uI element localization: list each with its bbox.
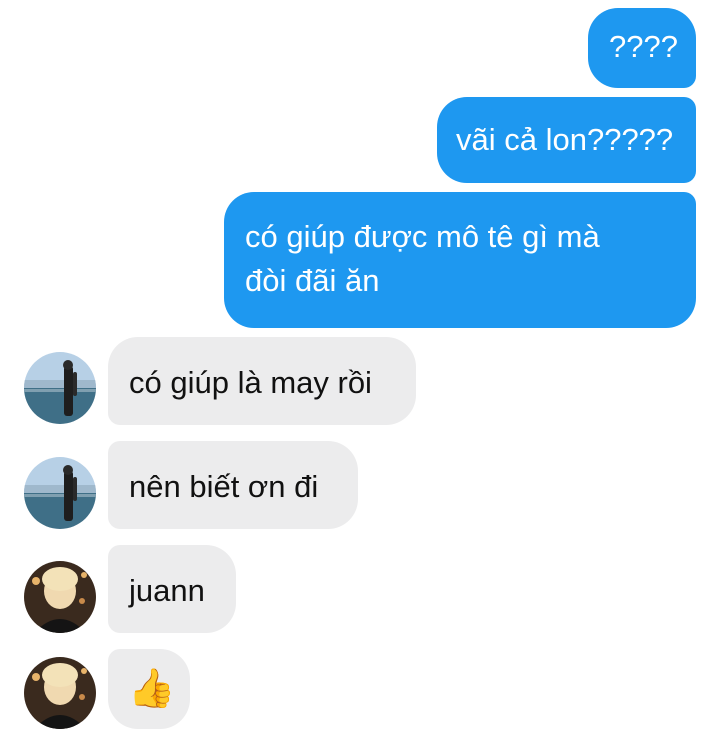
- thumbs-up-icon: 👍: [128, 668, 176, 710]
- outgoing-message[interactable]: vãi cả lon?????: [437, 97, 696, 183]
- message-text-line: đòi đãi ăn: [245, 263, 380, 298]
- lake-photo-image: [24, 352, 96, 424]
- lake-photo-avatar[interactable]: [24, 457, 96, 529]
- lake-photo-avatar[interactable]: [24, 352, 96, 424]
- incoming-message[interactable]: juann: [108, 545, 236, 633]
- incoming-message[interactable]: nên biết ơn đi: [108, 441, 358, 529]
- message-text: juann: [129, 573, 205, 608]
- outgoing-message[interactable]: ????: [588, 8, 696, 88]
- message-text: ????: [609, 29, 678, 64]
- lake-photo-image: [24, 457, 96, 529]
- message-text: nên biết ơn đi: [129, 469, 319, 504]
- blonde-person-image: [24, 561, 96, 633]
- blonde-person-image: [24, 657, 96, 729]
- blonde-person-avatar[interactable]: [24, 561, 96, 633]
- message-text-line: có giúp được mô tê gì mà: [245, 219, 600, 254]
- outgoing-message[interactable]: có giúp được mô tê gì mà đòi đãi ăn: [224, 192, 696, 328]
- message-text: có giúp là may rồi: [129, 365, 372, 400]
- blonde-person-avatar[interactable]: [24, 657, 96, 729]
- message-text: vãi cả lon?????: [456, 122, 674, 157]
- incoming-message[interactable]: có giúp là may rồi: [108, 337, 416, 425]
- incoming-message[interactable]: 👍: [108, 649, 190, 729]
